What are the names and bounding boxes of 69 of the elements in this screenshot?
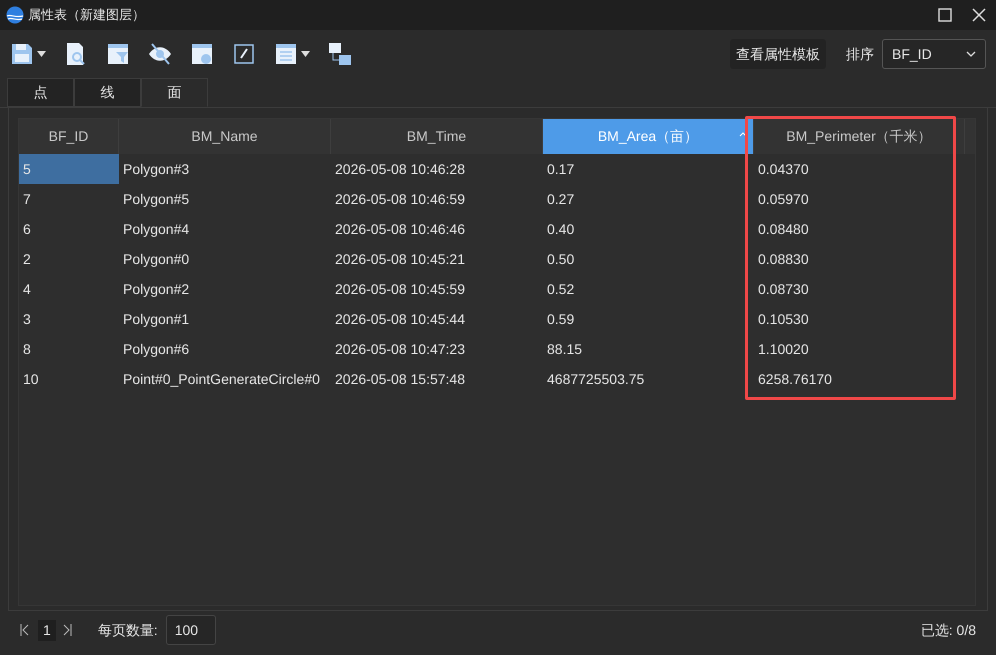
table-cell-text: Polygon#3: [122, 160, 190, 179]
table-cell-text: 0.27: [546, 190, 576, 208]
table-cell-text: 2026-05-08 10:46:46: [334, 220, 466, 238]
table-cell-text: 4: [22, 280, 32, 298]
chevron-down-icon: [966, 51, 976, 57]
table-cell-text: 0.59: [546, 310, 576, 328]
table-cell-text: 2026-05-08 10:47:23: [334, 340, 466, 358]
window-title: 属性表（新建图层）: [28, 6, 145, 24]
tab[interactable]: 面: [141, 78, 208, 107]
table-cell-text: 4687725503.75: [546, 370, 646, 388]
table-cell-text: 10: [22, 370, 40, 388]
sort-ascending-icon: [739, 132, 747, 137]
page-size-field[interactable]: 100: [166, 615, 216, 645]
table-cell-text: Polygon#2: [122, 280, 190, 299]
windows-icon[interactable]: [328, 42, 352, 66]
table-cell: 5: [19, 154, 119, 184]
table-cell-text: 0.08830: [757, 250, 810, 268]
column-header[interactable]: BM_Name: [119, 119, 331, 154]
table-cell-text: 0.52: [546, 280, 576, 298]
table-cell-text: 0.17: [546, 160, 576, 178]
table-cell-text: 1.10020: [757, 340, 810, 358]
tab[interactable]: 点: [7, 78, 74, 107]
table-cell-text: 88.15: [546, 340, 584, 358]
tab[interactable]: 线: [74, 78, 141, 107]
last-page-icon[interactable]: [62, 624, 72, 636]
table-cell-text: 2026-05-08 10:46:28: [334, 160, 466, 178]
table-cell-text: 0.05970: [757, 190, 810, 208]
table-cell-text: 0.08480: [757, 220, 810, 238]
caret-icon[interactable]: [301, 51, 310, 57]
sort-label: 排序: [846, 44, 874, 64]
sort-dropdown[interactable]: BF_ID: [882, 39, 986, 69]
table-cell-text: Polygon#6: [122, 340, 190, 359]
close-icon[interactable]: [972, 8, 986, 22]
table-cell-text: 7: [22, 190, 32, 208]
table-cell-text: 8: [22, 340, 32, 358]
table-filter-icon[interactable]: [106, 42, 130, 66]
eye-off-icon[interactable]: [148, 42, 172, 66]
table-cell-text: Point#0_PointGenerateCircle#0: [122, 370, 321, 389]
table-cell-text: 2: [22, 250, 32, 268]
table-cell-text: 2026-05-08 10:45:59: [334, 280, 466, 298]
first-page-icon[interactable]: [20, 624, 30, 636]
page-size-label: 每页数量:: [98, 620, 158, 640]
edit-frame-icon[interactable]: [232, 42, 256, 66]
table-cell-text: Polygon#5: [122, 190, 190, 209]
template-button[interactable]: 查看属性模板: [730, 39, 826, 69]
table-cell-text: 2026-05-08 10:46:59: [334, 190, 466, 208]
table-cell-text: 2026-05-08 10:45:44: [334, 310, 466, 328]
table-cell-text: Polygon#4: [122, 220, 190, 239]
table-cell-text: 2026-05-08 10:45:21: [334, 250, 466, 268]
save-icon[interactable]: [10, 42, 34, 66]
table-cell-text: Polygon#0: [122, 250, 190, 269]
selected-count: 已选: 0/8: [920, 620, 976, 640]
table-cell-text: Polygon#1: [122, 310, 190, 329]
table-cell-text: 2026-05-08 15:57:48: [334, 370, 466, 388]
table-cell-text: 0.08730: [757, 280, 810, 298]
maximize-icon[interactable]: [938, 8, 952, 22]
list-icon[interactable]: [274, 42, 298, 66]
app-logo-icon: [6, 6, 24, 24]
page-number[interactable]: 1: [38, 620, 56, 640]
table-cell-text: 0.40: [546, 220, 576, 238]
table-cell-text: 0.50: [546, 250, 576, 268]
caret-icon[interactable]: [37, 51, 46, 57]
table-cell-text: 3: [22, 310, 32, 328]
table-cell-text: 6258.76170: [757, 370, 833, 388]
table-cell-text: 0.04370: [757, 160, 810, 178]
column-header[interactable]: BM_Perimeter（千米）: [754, 119, 965, 154]
table-cell-text: 6: [22, 220, 32, 238]
table-cell-text: 0.10530: [757, 310, 810, 328]
table-download-icon[interactable]: [190, 42, 214, 66]
